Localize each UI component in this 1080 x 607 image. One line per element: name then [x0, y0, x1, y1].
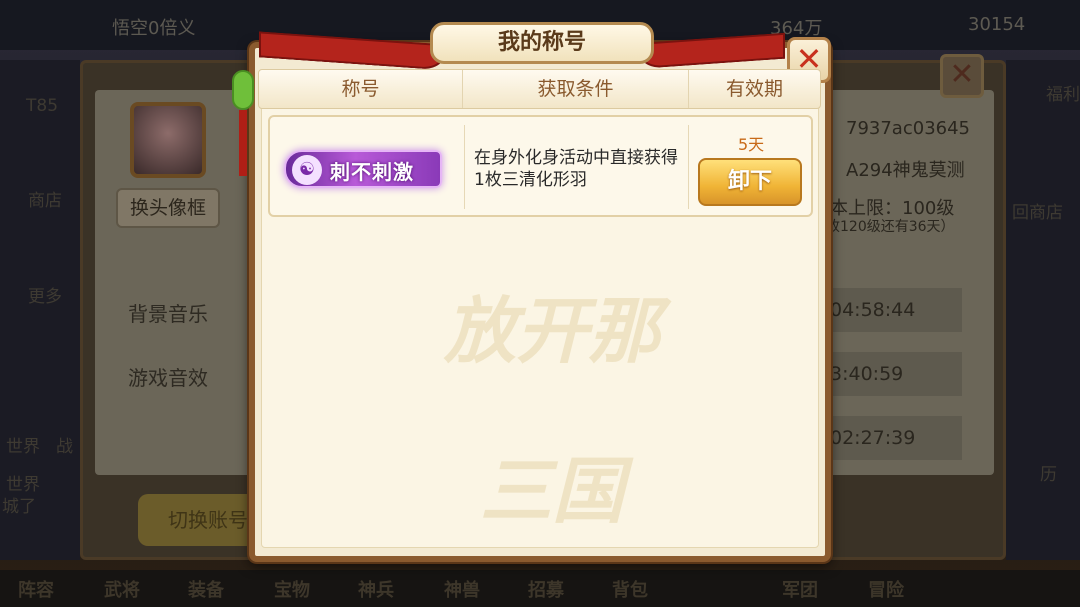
title-expiry: 5天	[738, 135, 765, 154]
nav-tab-lineup: 阵容	[18, 580, 54, 601]
game-sfx-label: 游戏音效	[128, 366, 208, 390]
titles-table-header: 称号 获取条件 有效期	[258, 69, 821, 109]
player-level: T85	[26, 96, 59, 116]
background-right-edge: 福利 回商店 历	[1006, 60, 1080, 560]
nav-tab-treasure: 宝物	[274, 580, 310, 601]
nav-tab-adventure: 冒险	[868, 580, 904, 601]
avatar	[130, 102, 206, 178]
background-left-edge: T85 商店 更多 世界 战 世界 城了	[0, 60, 80, 560]
switch-account-button: 切换账号	[138, 494, 258, 546]
jade-icon	[232, 70, 254, 110]
level-cap-note: 收120级还有36天）	[826, 219, 955, 235]
change-avatar-frame-button: 换头像框	[116, 188, 220, 228]
jade-pendant-decoration	[232, 70, 254, 180]
nav-tab-beasts: 神兽	[444, 580, 480, 601]
row-divider	[688, 125, 689, 209]
game-logo-watermark: 放开那三国	[443, 288, 660, 533]
background-close-icon: ✕	[940, 54, 984, 98]
chat-tag-1: 世界	[6, 437, 40, 457]
player-id: 7937ac03645	[846, 118, 970, 139]
title-condition: 在身外化身活动中直接获得1枚三清化形羽	[474, 148, 678, 190]
player-name-label: 悟空0倍义	[112, 18, 196, 39]
chat-text-1: 战	[56, 437, 73, 457]
header-validity: 有效期	[725, 78, 783, 100]
nav-tab-weapons: 神兵	[358, 580, 394, 601]
nav-tab-generals: 武将	[104, 580, 140, 601]
unequip-button[interactable]: 卸下	[698, 158, 802, 206]
shop-label: 商店	[28, 191, 62, 211]
title-row: ☯ 刺不刺激 在身外化身活动中直接获得1枚三清化形羽 5天 卸下	[268, 115, 813, 217]
background-bottom-nav: 阵容 武将 装备 宝物 神兵 神兽 招募 背包 军团 冒险	[0, 570, 1080, 607]
header-condition: 获取条件	[463, 70, 689, 108]
timer-2: 3:40:59	[826, 352, 962, 396]
dialog-title: 我的称号	[430, 22, 654, 64]
gem-count: 30154	[968, 14, 1026, 35]
welfare-label: 福利	[1046, 85, 1080, 105]
nav-tab-legion: 军团	[782, 580, 818, 601]
tassel-icon	[239, 110, 247, 176]
server-name: A294神鬼莫测	[846, 160, 965, 181]
title-badge: ☯ 刺不刺激	[284, 150, 442, 188]
yin-yang-icon: ☯	[292, 155, 322, 185]
more-label: 更多	[28, 287, 62, 307]
timer-1: 04:58:44	[826, 288, 962, 332]
background-music-label: 背景音乐	[128, 302, 208, 326]
nav-tab-bag: 背包	[612, 580, 648, 601]
timer-3: 02:27:39	[826, 416, 962, 460]
nav-tab-recruit: 招募	[528, 580, 564, 601]
row-divider	[464, 125, 465, 209]
nav-tab-equipment: 装备	[188, 580, 224, 601]
history-label: 历	[1040, 465, 1057, 485]
chat-text-2: 城了	[2, 497, 36, 517]
return-shop-label: 回商店	[1012, 203, 1063, 223]
header-title: 称号	[259, 70, 463, 108]
title-badge-label: 刺不刺激	[330, 160, 414, 184]
